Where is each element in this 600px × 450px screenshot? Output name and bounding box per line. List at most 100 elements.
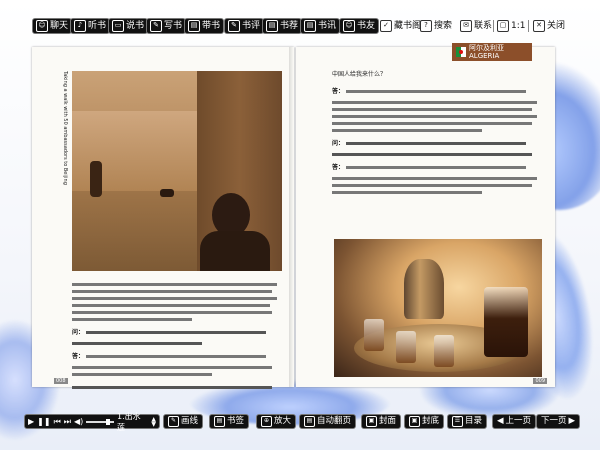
left-page-text: 问： 答： [72, 279, 282, 397]
stack-button[interactable]: ✓ 藏书阁 [380, 18, 421, 34]
previous-page-button[interactable]: ◀ 上一页 [492, 414, 537, 429]
draw-line-label: 画线 [181, 416, 199, 426]
news-button[interactable]: ▤ 书讯 [300, 18, 341, 34]
country-name-en: ALGERIA [469, 51, 500, 60]
auto-flip-icon: ▤ [304, 416, 315, 427]
book-spine-title: Taking a walk with 50 ambassadors to Bei… [62, 71, 68, 185]
chat-icon: ☺ [36, 20, 48, 32]
talk-button[interactable]: ▭ 说书 [108, 18, 149, 34]
algeria-flag-icon [456, 47, 466, 57]
book-icon: ▤ [188, 20, 200, 32]
track-name: 1.出水莲 [117, 411, 141, 432]
speaker-icon: ♪ [74, 20, 86, 32]
talk-label: 说书 [126, 21, 145, 31]
country-name-cn: 阿尔及利亚 [469, 43, 504, 52]
bring-button[interactable]: ▤ 带书 [184, 18, 225, 34]
zoom-icon: ⊕ [261, 416, 272, 427]
friends-icon: ☺ [343, 20, 355, 32]
zoom-label: 放大 [274, 416, 292, 426]
left-page-photo [72, 71, 282, 271]
auto-flip-label: 自动翻页 [317, 416, 352, 426]
recommend-label: 书荐 [280, 21, 299, 31]
next-page-label: 下一页 [541, 416, 567, 426]
book-viewer[interactable]: Taking a walk with 50 ambassadors to Bei… [32, 47, 555, 389]
question-marker: 问： [332, 139, 345, 147]
pen-icon: ✎ [168, 416, 179, 427]
review-button[interactable]: ✎ 书评 [224, 18, 265, 34]
left-page-number: 008 [54, 378, 68, 384]
auto-flip-button[interactable]: ▤ 自动翻页 [299, 414, 357, 429]
question-marker: 问： [72, 329, 85, 336]
right-page-heading: 中国人给我来什么？ [332, 71, 387, 78]
write-button[interactable]: ✎ 写书 [146, 18, 187, 34]
monitor-icon: ▭ [112, 20, 124, 32]
cover-icon: ▣ [366, 416, 377, 427]
left-page[interactable]: Taking a walk with 50 ambassadors to Bei… [32, 47, 294, 389]
friends-button[interactable]: ☺ 书友 [339, 18, 380, 34]
listen-button[interactable]: ♪ 听书 [70, 18, 111, 34]
contents-label: 目录 [465, 416, 483, 426]
contact-label: 联系 [474, 21, 493, 31]
bottom-toolbar: ▶ ❚❚ ⏮ ⏭ ◀) 1.出水莲 ▲ ▼ ✎ 画线 ▤ 书签 ⊕ 放大 ▤ 自动… [0, 412, 600, 432]
envelope-icon: ✉ [460, 20, 472, 32]
ratio-label: 1:1 [511, 21, 526, 31]
audio-player[interactable]: ▶ ❚❚ ⏮ ⏭ ◀) 1.出水莲 ▲ ▼ [24, 412, 160, 432]
volume-slider[interactable] [86, 418, 115, 425]
back-cover-button[interactable]: ▣ 封底 [404, 414, 445, 429]
back-cover-label: 封底 [422, 416, 440, 426]
arrow-left-icon: ◀ [497, 416, 504, 426]
pen-icon: ✎ [150, 20, 162, 32]
volume-icon[interactable]: ◀) [74, 417, 83, 426]
divider [493, 20, 494, 32]
ratio-icon: ▢ [497, 20, 509, 32]
draw-line-button[interactable]: ✎ 画线 [163, 414, 204, 429]
right-page[interactable]: 中国人给我来什么？ 答： 问： 答： 009 [296, 47, 555, 387]
arrow-right-icon: ▶ [568, 416, 576, 426]
answer-marker: 答： [332, 87, 345, 95]
zoom-button[interactable]: ⊕ 放大 [256, 414, 297, 429]
listen-label: 听书 [88, 21, 107, 31]
close-icon: ✕ [533, 20, 545, 32]
previous-page-label: 上一页 [505, 416, 532, 426]
right-page-photo [334, 239, 542, 377]
bring-label: 带书 [202, 21, 221, 31]
contact-button[interactable]: ✉ 联系 [460, 18, 492, 34]
right-page-text: 中国人给我来什么？ 答： 问： 答： [332, 71, 542, 198]
search-label: 搜索 [434, 21, 453, 31]
recommend-icon: ▤ [266, 20, 278, 32]
cover-label: 封面 [379, 416, 397, 426]
search-button[interactable]: ? 搜索 [420, 18, 452, 34]
news-label: 书讯 [318, 21, 337, 31]
track-select-icon[interactable]: ▲ ▼ [151, 416, 156, 427]
ratio-button[interactable]: ▢ 1:1 [497, 18, 525, 34]
answer-marker: 答： [72, 353, 85, 360]
close-label: 关闭 [547, 21, 566, 31]
right-page-number: 009 [533, 378, 547, 384]
bookmark-icon: ▤ [214, 416, 225, 427]
divider [528, 20, 529, 32]
play-icon[interactable]: ▶ [28, 417, 34, 426]
close-button[interactable]: ✕ 关闭 [533, 18, 565, 34]
write-label: 写书 [164, 21, 183, 31]
recommend-button[interactable]: ▤ 书荐 [262, 18, 303, 34]
review-icon: ✎ [228, 20, 240, 32]
country-tab: 阿尔及利亚 ALGERIA [452, 43, 532, 61]
folder-icon: ✓ [380, 20, 392, 32]
bookmark-button[interactable]: ▤ 书签 [209, 414, 250, 429]
next-track-icon[interactable]: ⏭ [64, 417, 71, 427]
pause-icon[interactable]: ❚❚ [37, 417, 50, 426]
contents-button[interactable]: ☰ 目录 [447, 414, 488, 429]
contents-icon: ☰ [452, 416, 463, 427]
previous-track-icon[interactable]: ⏮ [54, 417, 61, 427]
chat-label: 聊天 [50, 21, 69, 31]
answer-marker: 答： [332, 163, 345, 171]
news-icon: ▤ [304, 20, 316, 32]
top-toolbar: ☺ 聊天 ♪ 听书 ▭ 说书 ✎ 写书 ▤ 带书 ✎ 书评 ▤ 书荐 ▤ 书讯 … [0, 14, 600, 38]
cover-button[interactable]: ▣ 封面 [361, 414, 402, 429]
bookmark-label: 书签 [227, 416, 245, 426]
next-page-button[interactable]: 下一页 ▶ [536, 414, 581, 429]
friends-label: 书友 [357, 21, 376, 31]
chat-button[interactable]: ☺ 聊天 [32, 18, 73, 34]
back-cover-icon: ▣ [409, 416, 420, 427]
search-icon: ? [420, 20, 432, 32]
